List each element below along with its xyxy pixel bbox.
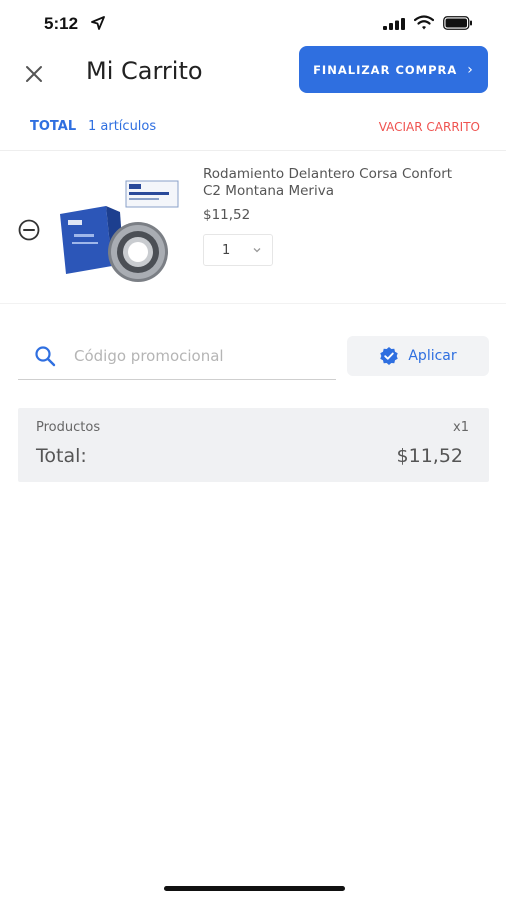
total-label: TOTAL: [30, 119, 77, 134]
product-name[interactable]: Rodamiento Delantero Corsa Confort C2 Mo…: [203, 166, 463, 200]
home-indicator[interactable]: [164, 886, 345, 891]
close-button[interactable]: [20, 60, 48, 88]
search-icon: [35, 346, 56, 367]
verified-check-icon: [380, 347, 399, 365]
order-totals: Productos x1 Total: $11,52: [18, 408, 489, 482]
wifi-icon: [414, 15, 434, 30]
cart-summary: TOTAL 1 artículos VACIAR CARRITO: [30, 119, 480, 137]
signal-icon: [383, 18, 405, 30]
chevron-right-icon: ›: [467, 61, 474, 78]
promo-code-field: [18, 337, 336, 380]
products-label: Productos: [36, 420, 101, 435]
total-amount: $11,52: [396, 445, 463, 467]
promo-code-input[interactable]: [74, 343, 324, 369]
quantity-select[interactable]: 1: [203, 234, 273, 266]
quantity-value: 1: [222, 242, 231, 258]
location-arrow-icon: [91, 16, 105, 30]
item-count: 1 artículos: [88, 119, 157, 134]
minus-circle-icon[interactable]: [18, 219, 40, 241]
products-quantity: x1: [453, 420, 469, 435]
apply-button-label: Aplicar: [408, 348, 457, 364]
empty-cart-button[interactable]: VACIAR CARRITO: [379, 120, 480, 134]
checkout-button[interactable]: FINALIZAR COMPRA ›: [299, 46, 488, 93]
checkout-button-label: FINALIZAR COMPRA: [313, 62, 458, 77]
battery-icon: [443, 16, 472, 30]
status-bar: 5:12: [0, 0, 506, 48]
divider: [0, 150, 506, 151]
status-time: 5:12: [44, 14, 79, 33]
page-title: Mi Carrito: [86, 57, 203, 85]
product-price: $11,52: [203, 207, 251, 223]
total-label: Total:: [36, 445, 87, 467]
divider: [0, 303, 506, 304]
chevron-down-icon: [253, 248, 261, 253]
product-image: [60, 180, 179, 282]
apply-promo-button[interactable]: Aplicar: [347, 336, 489, 376]
close-icon: [26, 66, 42, 82]
